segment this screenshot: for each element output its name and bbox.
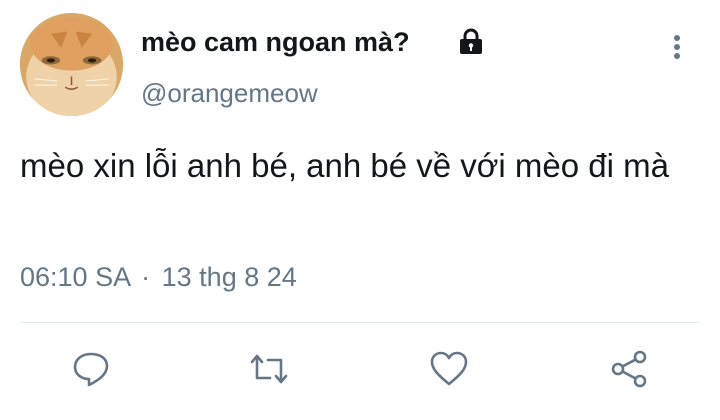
divider: [20, 322, 700, 323]
more-vertical-icon[interactable]: [664, 30, 690, 64]
tweet-time: 06:10 SA: [20, 262, 130, 292]
tweet-text: mèo xin lỗi anh bé, anh bé về với mèo đi…: [20, 147, 669, 184]
user-handle[interactable]: @orangemeow: [141, 78, 318, 109]
heart-icon: [430, 351, 468, 386]
retweet-button[interactable]: [248, 348, 290, 390]
meta-separator: ·: [141, 262, 151, 292]
lock-icon: [460, 28, 482, 54]
share-icon: [611, 350, 647, 388]
share-button[interactable]: [609, 348, 651, 390]
cat-avatar-image: [20, 13, 123, 116]
retweet-icon: [250, 354, 288, 384]
avatar[interactable]: [20, 13, 123, 116]
like-button[interactable]: [428, 348, 470, 390]
tweet-timestamp[interactable]: 06:10 SA · 13 thg 8 24: [20, 262, 297, 293]
reply-icon: [73, 352, 109, 387]
tweet-date: 13 thg 8 24: [161, 262, 297, 292]
reply-button[interactable]: [70, 348, 112, 390]
display-name[interactable]: mèo cam ngoan mà?: [141, 27, 410, 58]
